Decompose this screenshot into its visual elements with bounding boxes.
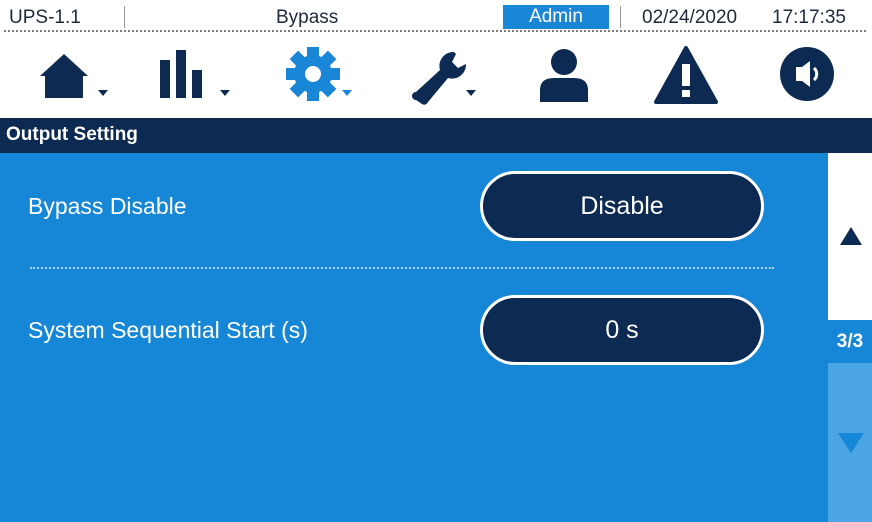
status-bar: UPS-1.1 Bypass Admin 02/24/2020 17:17:35 (0, 0, 872, 34)
page-header: Output Setting (0, 118, 872, 153)
row-divider (30, 267, 774, 269)
speaker-icon (780, 47, 834, 101)
page-indicator: 3/3 (828, 320, 872, 363)
status-separator (620, 6, 621, 28)
settings-panel: Bypass Disable Disable System Sequential… (0, 153, 828, 522)
status-date: 02/24/2020 (642, 7, 738, 28)
nav-user[interactable] (536, 46, 592, 110)
page-scroller: 3/3 (828, 153, 872, 522)
status-time: 17:17:35 (772, 7, 846, 28)
wrench-icon (412, 51, 476, 105)
status-separator (124, 6, 125, 28)
nav-sound[interactable] (778, 46, 836, 110)
bar-chart-icon (160, 50, 230, 98)
user-icon (540, 49, 588, 102)
bypass-disable-button[interactable]: Disable (480, 171, 764, 241)
setting-label-sequential-start: System Sequential Start (s) (28, 317, 308, 343)
warning-icon (654, 46, 718, 104)
gear-icon (286, 47, 352, 101)
status-divider (4, 30, 866, 32)
nav-maintenance[interactable] (410, 46, 484, 110)
main-nav (0, 34, 872, 118)
home-icon (40, 54, 108, 98)
user-role-badge: Admin (503, 5, 609, 29)
nav-alarm[interactable] (654, 46, 718, 110)
arrow-up-icon (840, 227, 862, 245)
scroll-up-button[interactable] (828, 153, 872, 320)
setting-label-bypass-disable: Bypass Disable (28, 193, 187, 219)
nav-settings[interactable] (284, 46, 358, 110)
page-title: Output Setting (6, 124, 138, 145)
operating-mode: Bypass (276, 7, 339, 28)
scroll-down-button[interactable] (828, 363, 872, 522)
nav-home[interactable] (38, 46, 110, 110)
sequential-start-input[interactable]: 0 s (480, 295, 764, 365)
arrow-down-icon (838, 433, 864, 453)
device-name: UPS-1.1 (9, 7, 81, 28)
nav-measurement[interactable] (158, 46, 234, 110)
